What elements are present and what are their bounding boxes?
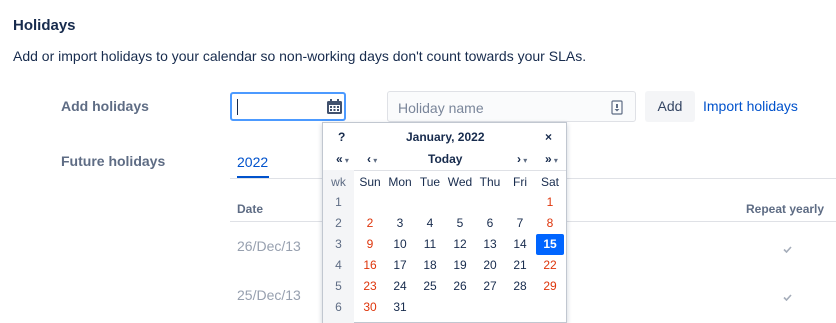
week-number: 2: [335, 216, 342, 230]
calendar-day[interactable]: 24: [386, 276, 414, 297]
table-row-date: 25/Dec/13: [237, 287, 301, 303]
check-icon: [783, 294, 792, 301]
calendar-day[interactable]: 25: [416, 276, 444, 297]
holiday-name-input[interactable]: Holiday name: [387, 91, 636, 122]
week-number: 5: [335, 279, 342, 293]
calendar-day[interactable]: 7: [506, 213, 534, 234]
calendar-day[interactable]: 17: [386, 255, 414, 276]
weekday-header: Wed: [447, 175, 473, 189]
next-year-button[interactable]: » ▾: [545, 152, 558, 166]
calendar-day[interactable]: 3: [386, 213, 414, 234]
calendar-help-button[interactable]: ?: [338, 130, 345, 144]
calendar-day[interactable]: 22: [536, 255, 564, 276]
prev-year-label: «: [336, 152, 343, 166]
calendar-divider: [323, 170, 566, 171]
calendar-day[interactable]: 5: [446, 213, 474, 234]
check-icon: [783, 246, 792, 253]
calendar-day[interactable]: 30: [356, 297, 384, 318]
weekday-header: Tue: [419, 175, 441, 189]
calendar-day[interactable]: 26: [446, 276, 474, 297]
prev-month-button[interactable]: ‹ ▾: [367, 152, 377, 166]
calendar-day[interactable]: 1: [536, 192, 564, 213]
calendar-day[interactable]: 18: [416, 255, 444, 276]
calendar-day[interactable]: 16: [356, 255, 384, 276]
calendar-day[interactable]: 23: [356, 276, 384, 297]
next-year-label: »: [545, 152, 552, 166]
next-month-button[interactable]: › ▾: [517, 152, 527, 166]
chevron-down-icon: ▾: [551, 156, 558, 165]
add-holidays-label: Add holidays: [61, 98, 149, 114]
calendar-day[interactable]: 31: [386, 297, 414, 318]
calendar-day[interactable]: 28: [506, 276, 534, 297]
weekday-header: Mon: [388, 175, 412, 189]
dropdown-trigger-icon: [611, 100, 623, 115]
section-description: Add or import holidays to your calendar …: [13, 48, 587, 64]
calendar-day[interactable]: 21: [506, 255, 534, 276]
calendar-day[interactable]: 10: [386, 234, 414, 255]
holiday-date-input[interactable]: [230, 92, 346, 121]
weekday-header: Fri: [513, 175, 527, 189]
calendar-month-title: January, 2022: [406, 130, 485, 144]
text-caret: [237, 99, 238, 115]
weekday-header: Sat: [540, 175, 559, 189]
future-holidays-label: Future holidays: [61, 153, 166, 169]
prev-year-button[interactable]: « ▾: [336, 152, 349, 166]
date-picker-popup: ? January, 2022 × « ▾ ‹ ▾ Today › ▾ » ▾ …: [322, 122, 567, 323]
weekday-header: wk: [331, 175, 346, 189]
column-header-repeat-yearly: Repeat yearly: [746, 202, 825, 216]
week-number: 1: [335, 195, 342, 209]
chevron-down-icon: ▾: [521, 156, 528, 165]
chevron-down-icon: ▾: [371, 156, 378, 165]
weekday-header: Thu: [479, 175, 501, 189]
weekday-header: Sun: [359, 175, 381, 189]
calendar-close-button[interactable]: ×: [545, 130, 552, 144]
calendar-day[interactable]: 20: [476, 255, 504, 276]
table-row-date: 26/Dec/13: [237, 238, 301, 254]
calendar-icon[interactable]: [326, 98, 343, 115]
week-number: 6: [335, 300, 342, 314]
calendar-day[interactable]: 9: [356, 234, 384, 255]
calendar-day[interactable]: 4: [416, 213, 444, 234]
chevron-down-icon: ▾: [342, 156, 349, 165]
section-title: Holidays: [13, 17, 76, 34]
week-number: 3: [335, 237, 342, 251]
calendar-day[interactable]: 27: [476, 276, 504, 297]
holiday-name-placeholder: Holiday name: [398, 100, 484, 116]
calendar-day-selected[interactable]: 15: [536, 234, 564, 255]
import-holidays-link[interactable]: Import holidays: [703, 98, 798, 114]
calendar-day[interactable]: 13: [476, 234, 504, 255]
today-button[interactable]: Today: [428, 152, 462, 166]
calendar-day[interactable]: 2: [356, 213, 384, 234]
calendar-day[interactable]: 11: [416, 234, 444, 255]
calendar-day[interactable]: 19: [446, 255, 474, 276]
calendar-day[interactable]: 6: [476, 213, 504, 234]
calendar-day[interactable]: 12: [446, 234, 474, 255]
column-header-date: Date: [237, 202, 264, 216]
week-number: 4: [335, 258, 342, 272]
calendar-day[interactable]: 29: [536, 276, 564, 297]
calendar-day[interactable]: 8: [536, 213, 564, 234]
calendar-day[interactable]: 14: [506, 234, 534, 255]
add-button[interactable]: Add: [645, 91, 695, 122]
tab-2022[interactable]: 2022: [237, 154, 268, 170]
